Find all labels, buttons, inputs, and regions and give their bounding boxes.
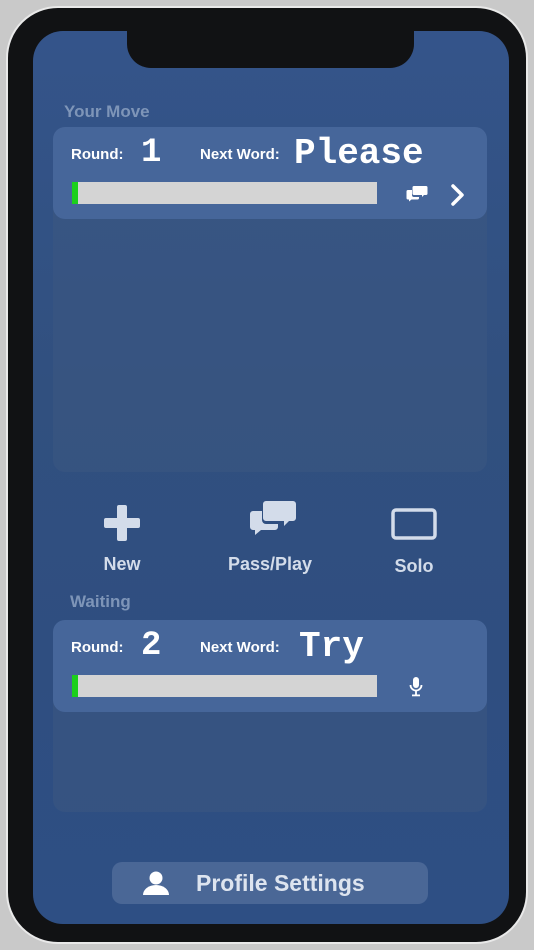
waiting-heading: Waiting bbox=[70, 592, 131, 611]
round-number: 1 bbox=[141, 134, 162, 172]
progress-fill bbox=[72, 675, 79, 697]
solo-label: Solo bbox=[394, 556, 434, 576]
next-word: Please bbox=[294, 133, 424, 174]
pass-play-label: Pass/Play bbox=[227, 554, 313, 574]
round-label: Round: bbox=[71, 146, 124, 163]
rectangle-icon bbox=[391, 508, 437, 545]
round-label: Round: bbox=[71, 639, 124, 656]
next-word: Try bbox=[299, 626, 364, 667]
game-card-1[interactable]: Round: 1 Next Word: Please bbox=[53, 127, 487, 219]
phone-notch bbox=[127, 31, 414, 68]
new-label: New bbox=[103, 554, 141, 574]
chevron-right-icon[interactable] bbox=[450, 183, 466, 212]
pass-play-button[interactable]: Pass/Play bbox=[220, 500, 320, 580]
progress-bar bbox=[72, 182, 377, 204]
microphone-icon[interactable] bbox=[409, 676, 423, 703]
your-move-heading: Your Move bbox=[64, 102, 150, 121]
chat-bubbles-icon[interactable] bbox=[406, 185, 428, 207]
chat-bubbles-icon bbox=[249, 500, 297, 543]
new-game-button[interactable]: New bbox=[82, 502, 162, 582]
progress-fill bbox=[72, 182, 79, 204]
progress-bar bbox=[72, 675, 377, 697]
next-word-label: Next Word: bbox=[200, 639, 280, 656]
profile-settings-button[interactable]: Profile Settings bbox=[112, 862, 428, 904]
profile-settings-label: Profile Settings bbox=[196, 870, 365, 896]
plus-icon bbox=[103, 504, 141, 547]
solo-button[interactable]: Solo bbox=[374, 504, 454, 584]
next-word-label: Next Word: bbox=[200, 146, 280, 163]
user-icon bbox=[142, 870, 170, 901]
round-number: 2 bbox=[141, 627, 162, 665]
game-card-2[interactable]: Round: 2 Next Word: Try bbox=[53, 620, 487, 712]
